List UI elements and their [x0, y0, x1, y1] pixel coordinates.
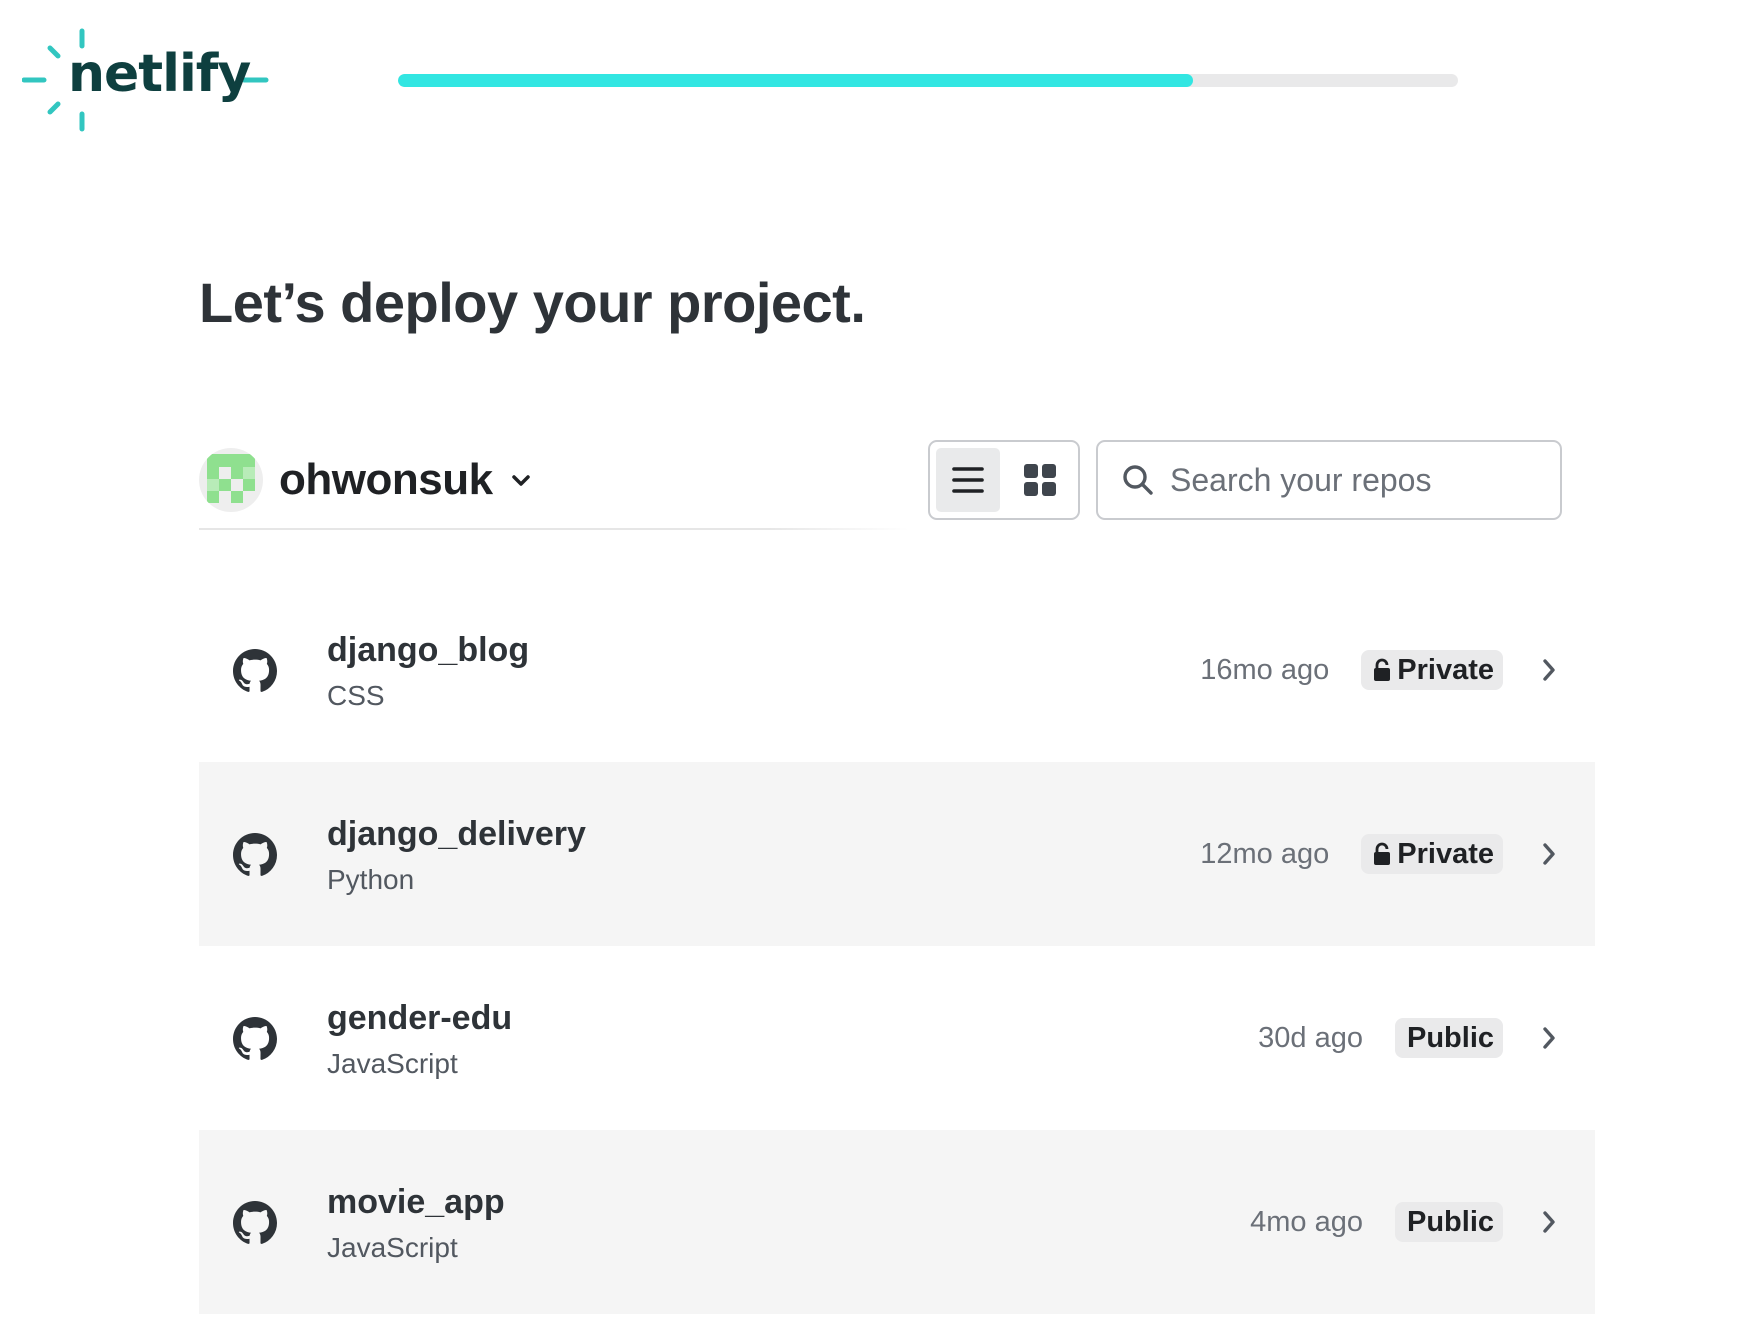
github-icon: [233, 1201, 277, 1245]
repo-language: Python: [327, 863, 415, 895]
repo-name: movie_app: [327, 1183, 505, 1221]
grid-view-button[interactable]: [1008, 448, 1072, 512]
lock-icon: [1373, 658, 1391, 682]
repo-text: django_delivery Python: [327, 814, 586, 896]
repo-text: movie_app JavaScript: [327, 1182, 505, 1264]
repo-list: django_blog CSS 16mo ago Private django_…: [199, 578, 1595, 1314]
search-icon: [1123, 465, 1153, 495]
repo-meta: 16mo ago Private: [1200, 578, 1557, 762]
repo-meta: 4mo ago Public: [1250, 1130, 1557, 1314]
avatar: [199, 448, 263, 512]
repo-row[interactable]: movie_app JavaScript 4mo ago Public: [199, 1130, 1595, 1314]
repo-updated: 12mo ago: [1200, 837, 1330, 870]
visibility-badge: Public: [1394, 1202, 1503, 1242]
visibility-label: Private: [1397, 837, 1494, 870]
repo-row[interactable]: django_delivery Python 12mo ago Private: [199, 762, 1595, 946]
visibility-badge: Private: [1361, 834, 1503, 874]
repo-meta: 12mo ago Private: [1200, 762, 1557, 946]
visibility-label: Public: [1406, 1021, 1494, 1054]
chevron-right-icon: [1541, 1026, 1557, 1050]
lock-icon: [1373, 842, 1391, 866]
repo-name: gender-edu: [327, 999, 513, 1037]
progress-bar: [398, 74, 1458, 87]
repo-meta: 30d ago Public: [1258, 946, 1557, 1130]
chevron-right-icon: [1541, 842, 1557, 866]
github-icon: [233, 833, 277, 877]
repo-name: django_blog: [327, 631, 530, 669]
page: netlify Let’s deploy your project. ohwon…: [0, 0, 1738, 1334]
list-view-button[interactable]: [936, 448, 1000, 512]
github-icon: [233, 649, 277, 693]
visibility-label: Public: [1406, 1205, 1494, 1238]
logo-text: netlify: [68, 44, 251, 104]
netlify-logo[interactable]: netlify: [22, 28, 272, 132]
repo-text: django_blog CSS: [327, 630, 529, 712]
repo-language: CSS: [327, 679, 385, 711]
repo-updated: 30d ago: [1258, 1021, 1363, 1054]
view-toggle: [928, 440, 1080, 520]
repo-row[interactable]: django_blog CSS 16mo ago Private: [199, 578, 1595, 762]
github-icon: [233, 1017, 277, 1061]
repo-name: django_delivery: [327, 815, 586, 853]
chevron-right-icon: [1541, 658, 1557, 682]
account-name: ohwonsuk: [279, 455, 493, 504]
account-selector[interactable]: ohwonsuk: [199, 448, 909, 512]
repo-updated: 4mo ago: [1250, 1205, 1363, 1238]
repo-language: JavaScript: [327, 1231, 458, 1263]
search-box[interactable]: [1096, 440, 1562, 520]
page-title: Let’s deploy your project.: [199, 271, 866, 334]
search-input[interactable]: [1170, 461, 1550, 499]
visibility-badge: Private: [1361, 650, 1503, 690]
visibility-label: Private: [1397, 653, 1494, 686]
grid-icon: [1024, 464, 1056, 496]
repo-language: JavaScript: [327, 1047, 458, 1079]
visibility-badge: Public: [1394, 1018, 1503, 1058]
chevron-down-icon: [511, 474, 531, 493]
list-icon: [952, 467, 984, 493]
account-divider: [199, 528, 909, 530]
chevron-right-icon: [1541, 1210, 1557, 1234]
repo-row[interactable]: gender-edu JavaScript 30d ago Public: [199, 946, 1595, 1130]
progress-fill: [398, 74, 1193, 87]
repo-text: gender-edu JavaScript: [327, 998, 512, 1080]
repo-updated: 16mo ago: [1200, 653, 1330, 686]
avatar-identicon: [207, 454, 255, 503]
